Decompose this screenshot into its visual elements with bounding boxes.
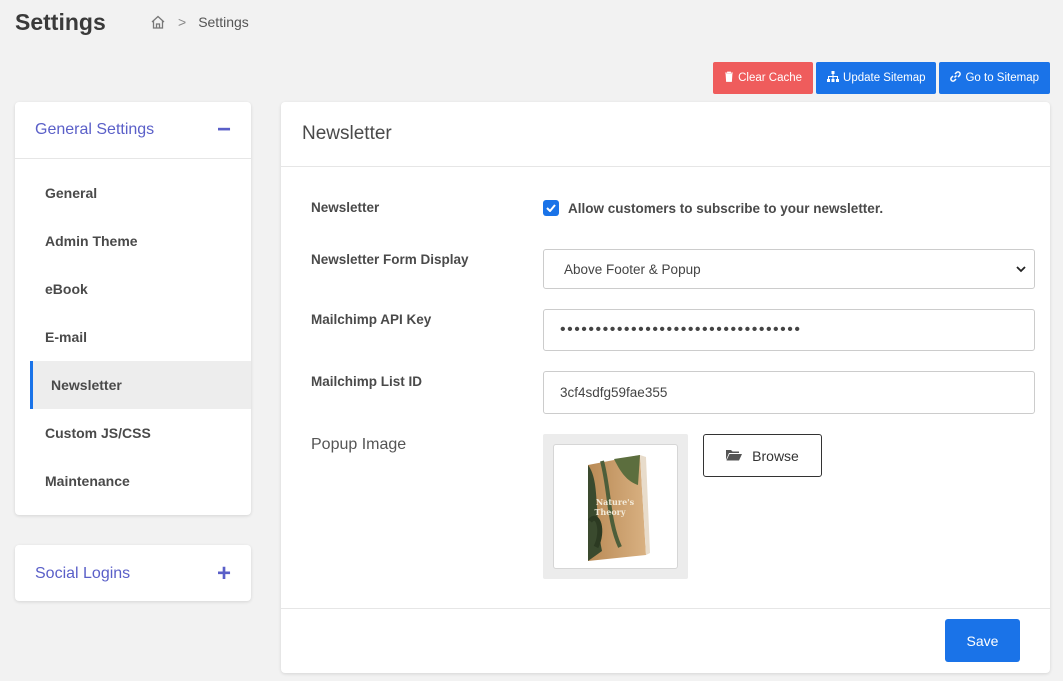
sidebar-item-maintenance[interactable]: Maintenance <box>15 457 251 505</box>
social-logins-title: Social Logins <box>35 564 131 582</box>
trash-icon <box>724 71 734 85</box>
update-sitemap-button[interactable]: Update Sitemap <box>816 62 937 94</box>
general-settings-title: General Settings <box>35 121 155 138</box>
sidebar-item-email[interactable]: E-mail <box>15 313 251 361</box>
chevron-down-icon <box>1016 262 1026 276</box>
update-sitemap-label: Update Sitemap <box>843 72 926 84</box>
newsletter-label: Newsletter <box>311 200 380 215</box>
social-logins-card: Social Logins + <box>15 545 251 601</box>
sidebar-item-newsletter[interactable]: Newsletter <box>30 361 251 409</box>
home-icon[interactable] <box>150 14 166 30</box>
svg-text:Nature's: Nature's <box>595 497 634 507</box>
popup-image-row: Popup Image Nature's Theory Browse <box>311 434 1035 579</box>
popup-image-frame: Nature's Theory <box>553 444 678 569</box>
sidebar-item-general[interactable]: General <box>15 169 251 217</box>
panel-footer: Save <box>281 608 1050 673</box>
go-to-sitemap-label: Go to Sitemap <box>965 72 1039 84</box>
collapse-icon[interactable]: − <box>217 118 231 142</box>
sitemap-icon <box>827 71 840 85</box>
form-display-select[interactable]: Above Footer & Popup <box>543 249 1035 289</box>
save-button[interactable]: Save <box>945 619 1020 662</box>
form-display-value: Above Footer & Popup <box>564 261 701 277</box>
form-display-label: Newsletter Form Display <box>311 252 469 267</box>
popup-image-label: Popup Image <box>311 436 407 453</box>
sidebar-item-ebook[interactable]: eBook <box>15 265 251 313</box>
breadcrumb-separator: > <box>178 14 187 30</box>
form-display-row: Newsletter Form Display Above Footer & P… <box>311 249 1035 289</box>
newsletter-checkbox[interactable] <box>543 200 559 216</box>
breadcrumb: > Settings <box>150 14 249 30</box>
newsletter-row: Newsletter Allow customers to subscribe … <box>311 200 1035 220</box>
settings-nav: General Admin Theme eBook E-mail Newslet… <box>15 159 251 505</box>
clear-cache-label: Clear Cache <box>738 72 803 84</box>
newsletter-panel: Newsletter Newsletter Allow customers to… <box>281 102 1050 673</box>
newsletter-checkbox-wrap[interactable]: Allow customers to subscribe to your new… <box>543 200 1035 216</box>
link-icon <box>950 71 962 85</box>
general-settings-card: General Settings − General Admin Theme e… <box>15 102 251 515</box>
api-key-label: Mailchimp API Key <box>311 312 432 327</box>
clear-cache-button[interactable]: Clear Cache <box>713 62 814 94</box>
api-key-row: Mailchimp API Key ••••••••••••••••••••••… <box>311 309 1035 351</box>
browse-button[interactable]: Browse <box>703 434 822 477</box>
list-id-row: Mailchimp List ID 3cf4sdfg59fae355 <box>311 371 1035 414</box>
folder-open-icon <box>726 448 743 464</box>
list-id-label: Mailchimp List ID <box>311 374 423 389</box>
newsletter-checkbox-label: Allow customers to subscribe to your new… <box>568 200 884 216</box>
top-actions: Clear Cache Update Sitemap Go to Sitemap <box>713 62 1050 94</box>
social-logins-header[interactable]: Social Logins + <box>15 545 251 602</box>
book-cover-image: Nature's Theory <box>587 454 650 561</box>
list-id-input[interactable]: 3cf4sdfg59fae355 <box>543 371 1035 414</box>
go-to-sitemap-button[interactable]: Go to Sitemap <box>939 62 1050 94</box>
browse-label: Browse <box>752 447 799 464</box>
breadcrumb-current: Settings <box>198 14 249 30</box>
sidebar-item-admin-theme[interactable]: Admin Theme <box>15 217 251 265</box>
sidebar-item-custom-js-css[interactable]: Custom JS/CSS <box>15 409 251 457</box>
expand-icon[interactable]: + <box>217 561 231 586</box>
svg-text:Theory: Theory <box>594 507 625 517</box>
panel-title: Newsletter <box>281 102 1050 167</box>
general-settings-header[interactable]: General Settings − <box>15 102 251 159</box>
api-key-input[interactable]: •••••••••••••••••••••••••••••••••• <box>543 309 1035 351</box>
popup-image-preview: Nature's Theory <box>543 434 688 579</box>
page-title: Settings <box>15 9 106 35</box>
